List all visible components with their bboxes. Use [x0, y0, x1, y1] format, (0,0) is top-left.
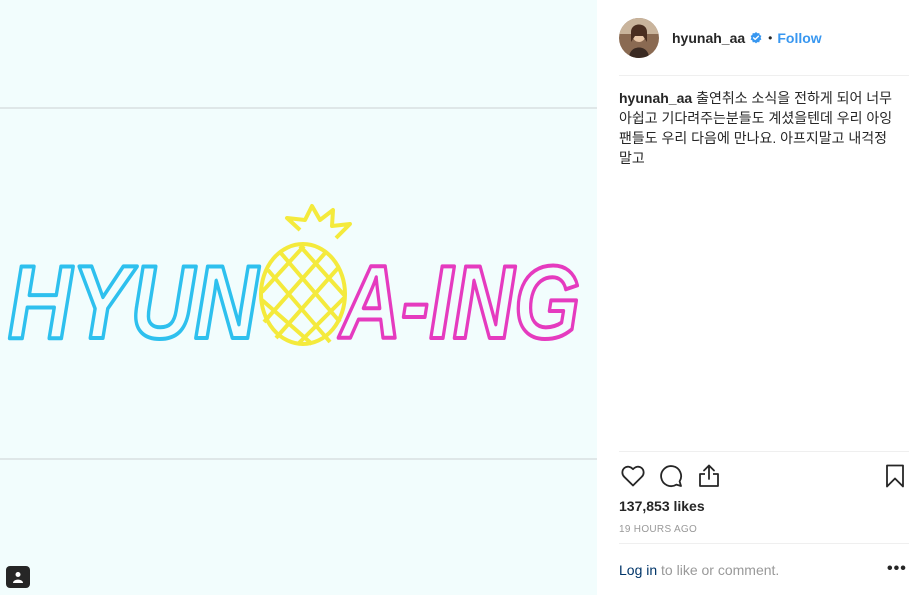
comment-button[interactable] — [657, 462, 685, 490]
media-divider-bottom — [0, 458, 597, 460]
likes-count[interactable]: 137,853 likes — [619, 498, 705, 514]
share-button[interactable] — [695, 462, 723, 490]
hyunaing-logo: HYUN A-ING — [6, 204, 582, 360]
header-divider — [619, 75, 909, 76]
post-caption: hyunah_aa 출연취소 소식을 전하게 되어 너무 아쉽고 기다려주는분들도… — [619, 88, 897, 168]
verified-badge-icon — [750, 32, 762, 44]
post-sidebar: hyunah_aa • Follow hyunah_aa 출연취소 소식을 전하게… — [597, 0, 913, 595]
header-username[interactable]: hyunah_aa — [672, 30, 745, 46]
user-tag-icon — [13, 572, 23, 583]
save-button[interactable] — [881, 462, 909, 490]
post-timestamp[interactable]: 19 HOURS AGO — [619, 524, 697, 535]
post-media[interactable]: HYUN A-ING — [0, 0, 597, 595]
like-button[interactable] — [619, 462, 647, 490]
login-link[interactable]: Log in — [619, 562, 657, 578]
logo-text-left: HYUN — [8, 245, 260, 360]
login-suffix: to like or comment. — [657, 562, 780, 578]
comment-icon — [660, 465, 682, 487]
post-header: hyunah_aa • Follow — [597, 0, 913, 76]
heart-icon — [621, 465, 645, 487]
login-prompt: Log in to like or comment. — [619, 562, 779, 578]
more-options-button[interactable]: ••• — [887, 560, 907, 578]
actions-divider — [619, 451, 909, 452]
avatar[interactable] — [619, 18, 659, 58]
action-bar — [619, 462, 909, 494]
pineapple-icon — [259, 204, 352, 346]
tagged-users-button[interactable] — [6, 566, 30, 588]
bookmark-icon — [886, 464, 904, 488]
caption-username[interactable]: hyunah_aa — [619, 90, 692, 106]
header-separator: • — [768, 31, 773, 45]
logo-text-right: A-ING — [338, 245, 580, 360]
share-icon — [699, 464, 719, 487]
media-divider-top — [0, 107, 597, 109]
footer-divider — [619, 543, 909, 544]
follow-button[interactable]: Follow — [777, 30, 821, 46]
